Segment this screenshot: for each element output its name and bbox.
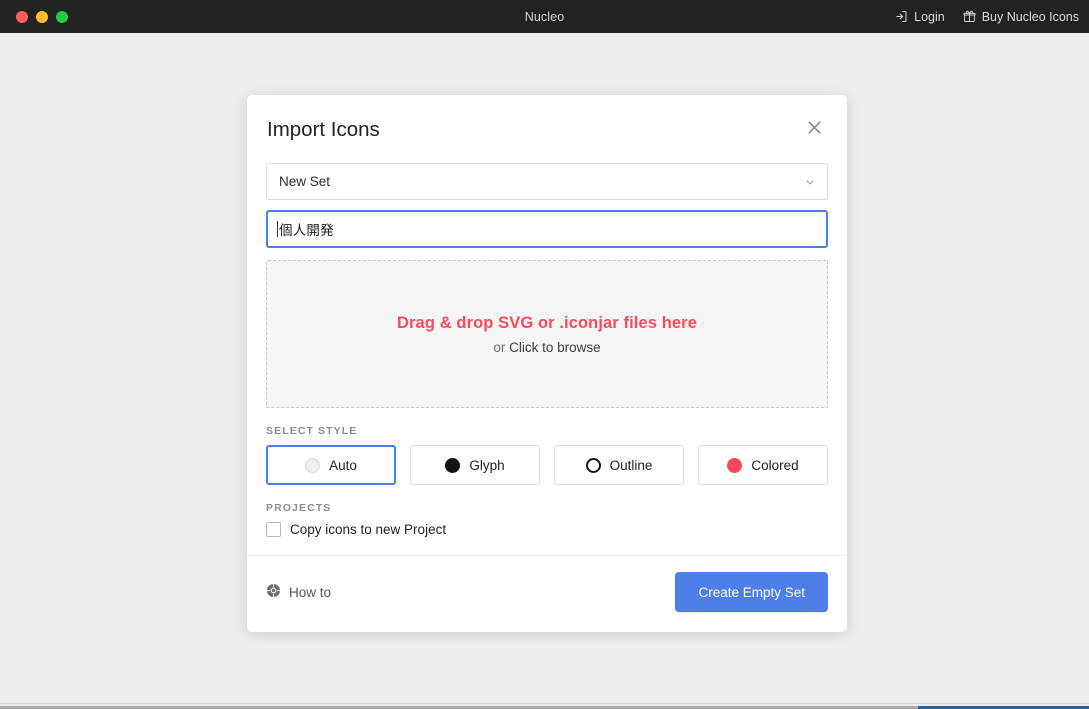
- login-icon: [895, 10, 908, 23]
- app-workspace: Import Icons New Set 個人開発 Drag & drop SV…: [0, 33, 1089, 709]
- dialog-title: Import Icons: [267, 118, 380, 141]
- style-option-outline[interactable]: Outline: [554, 445, 684, 485]
- set-name-value: 個人開発: [279, 223, 334, 238]
- dialog-body: Import Icons New Set 個人開発 Drag & drop SV…: [247, 95, 847, 555]
- style-option-glyph-label: Glyph: [469, 457, 505, 473]
- window-titlebar: Nucleo Login Buy Nucleo Icons: [0, 0, 1089, 33]
- window-close-button[interactable]: [16, 10, 28, 23]
- dropzone-or-text: or: [493, 339, 506, 355]
- gift-icon: [963, 10, 976, 23]
- set-name-input[interactable]: 個人開発: [266, 210, 828, 248]
- buy-nucleo-icons-label: Buy Nucleo Icons: [981, 9, 1079, 24]
- buy-nucleo-icons-button[interactable]: Buy Nucleo Icons: [963, 10, 1079, 24]
- dropzone-browse-link[interactable]: Click to browse: [509, 340, 601, 355]
- import-icons-dialog: Import Icons New Set 個人開発 Drag & drop SV…: [247, 95, 847, 632]
- dialog-close-button[interactable]: [801, 117, 827, 143]
- style-option-colored-label: Colored: [751, 457, 799, 473]
- dropzone-primary-text: Drag & drop SVG or .iconjar files here: [397, 313, 697, 332]
- select-style-label: SELECT STYLE: [266, 425, 358, 437]
- login-label: Login: [914, 9, 945, 24]
- horizontal-scrollbar[interactable]: [0, 703, 1089, 709]
- style-option-glyph[interactable]: Glyph: [410, 445, 540, 485]
- login-button[interactable]: Login: [895, 10, 945, 24]
- how-to-label: How to: [289, 584, 332, 600]
- dialog-header: Import Icons: [266, 117, 828, 143]
- colored-swatch-icon: [727, 457, 743, 473]
- dropzone-secondary-text: or Click to browse: [493, 340, 600, 355]
- dialog-footer: How to Create Empty Set: [247, 555, 847, 632]
- copy-icons-checkbox-label: Copy icons to new Project: [290, 522, 447, 537]
- style-option-auto-label: Auto: [329, 457, 357, 473]
- projects-label: PROJECTS: [266, 502, 332, 514]
- style-options-group: Auto Glyph Outline Colored: [266, 445, 828, 485]
- copy-icons-checkbox[interactable]: [266, 522, 281, 537]
- style-option-colored[interactable]: Colored: [698, 445, 828, 485]
- auto-swatch-icon: [305, 457, 321, 473]
- text-caret: [277, 221, 278, 237]
- create-empty-set-button[interactable]: Create Empty Set: [675, 572, 828, 612]
- set-select-value: New Set: [279, 174, 331, 189]
- style-option-auto[interactable]: Auto: [266, 445, 396, 485]
- set-select[interactable]: New Set: [266, 163, 828, 200]
- copy-icons-checkbox-row[interactable]: Copy icons to new Project: [266, 522, 828, 537]
- chevron-down-icon: [804, 176, 816, 188]
- outline-swatch-icon: [585, 457, 601, 473]
- help-compass-icon: [266, 583, 281, 601]
- window-minimize-button[interactable]: [36, 10, 48, 23]
- file-dropzone[interactable]: Drag & drop SVG or .iconjar files here o…: [266, 260, 828, 408]
- titlebar-actions: Login Buy Nucleo Icons: [895, 10, 1079, 24]
- style-option-outline-label: Outline: [609, 457, 653, 473]
- close-icon: [806, 119, 823, 141]
- traffic-light-group: [10, 10, 68, 23]
- glyph-swatch-icon: [445, 457, 461, 473]
- how-to-link[interactable]: How to: [266, 583, 331, 601]
- window-maximize-button[interactable]: [56, 10, 68, 23]
